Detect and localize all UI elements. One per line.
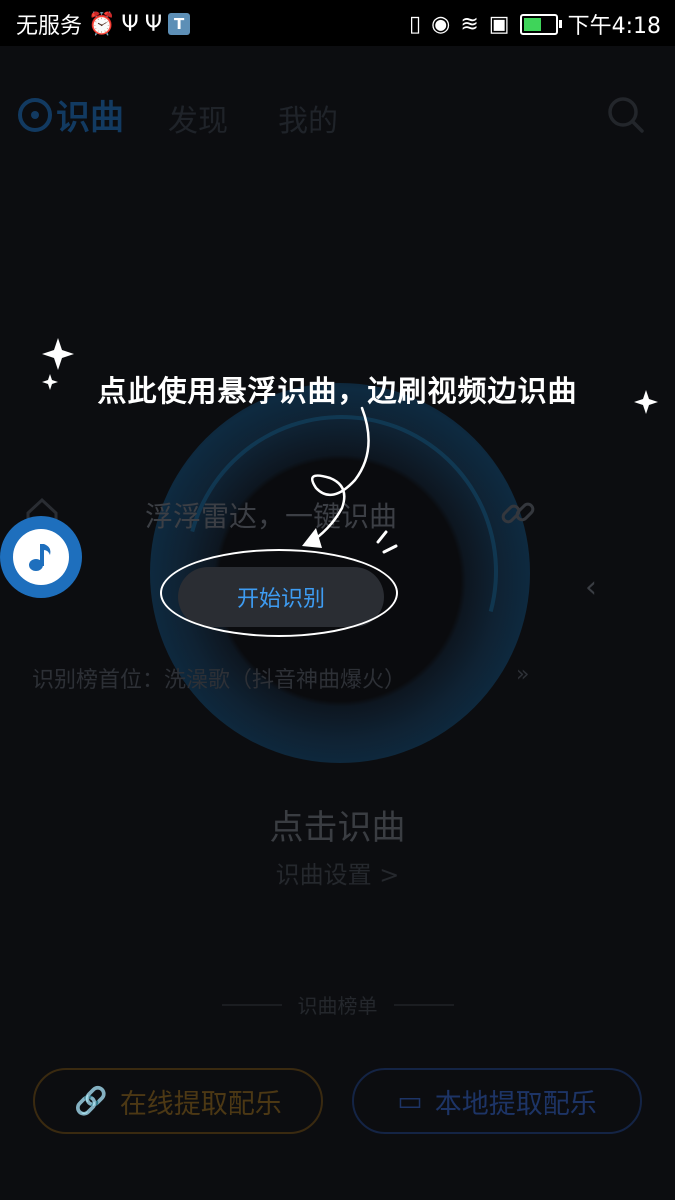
tutorial-decorations <box>42 338 658 554</box>
arrow-head-icon <box>302 528 322 548</box>
sparkle-icon <box>42 338 74 370</box>
tutorial-arrow <box>306 406 370 546</box>
sparkle-icon-3 <box>634 390 658 414</box>
sparkle-icon-2 <box>42 374 58 390</box>
